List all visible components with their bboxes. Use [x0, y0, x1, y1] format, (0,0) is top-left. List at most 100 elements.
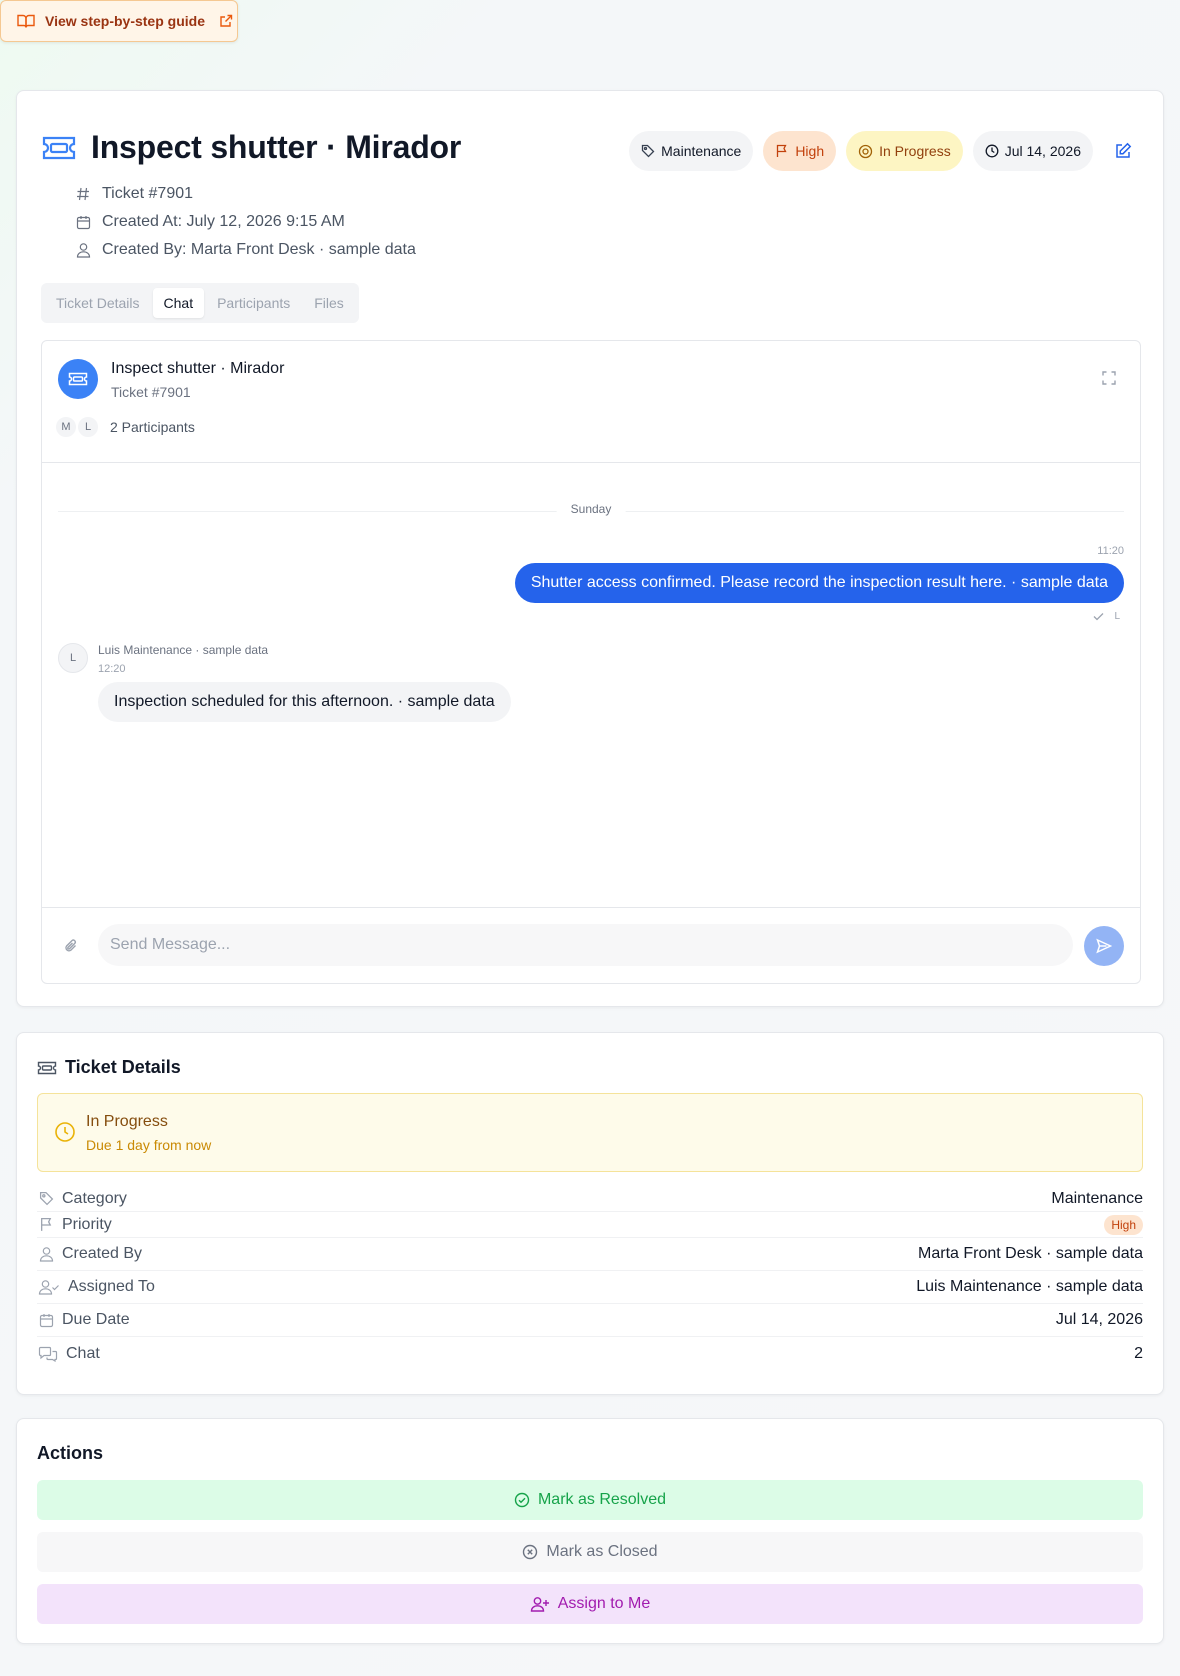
send-button[interactable] [1084, 926, 1124, 966]
created-by-text: Created By: Marta Front Desk · sample da… [102, 241, 416, 258]
detail-label-text: Category [62, 1189, 127, 1207]
status-badge: In Progress [846, 131, 963, 171]
calendar-icon [75, 215, 91, 230]
actions-card: Actions Mark as Resolved Mark as Closed … [16, 1418, 1164, 1644]
messages-icon [37, 1346, 59, 1362]
day-label: Sunday [556, 502, 626, 516]
created-at-text: Created At: July 12, 2026 9:15 AM [102, 213, 345, 230]
tab-files[interactable]: Files [303, 288, 355, 318]
participants-count: 2 Participants [110, 419, 195, 435]
flag-icon [37, 1217, 55, 1232]
guide-label: View step-by-step guide [45, 13, 205, 29]
user-plus-icon [530, 1596, 550, 1612]
ticket-details-card: Ticket Details In Progress Due 1 day fro… [16, 1032, 1164, 1395]
chat-panel: Inspect shutter · Mirador Ticket #7901 M… [41, 340, 1141, 984]
chat-title: Inspect shutter · Mirador [111, 360, 285, 377]
outgoing-message: Shutter access confirmed. Please record … [514, 563, 1124, 603]
check-circle-icon [514, 1492, 530, 1508]
send-icon [1096, 938, 1112, 954]
read-by-initial: L [1114, 611, 1120, 622]
details-title: Ticket Details [65, 1057, 181, 1077]
detail-label-text: Due Date [62, 1311, 130, 1328]
category-badge: Maintenance [629, 131, 754, 171]
detail-value-priority: High [1104, 1214, 1143, 1235]
detail-row-due-date: Due Date Jul 14, 2026 [37, 1304, 1143, 1337]
message-time: 11:20 [1097, 545, 1124, 557]
title-row: Inspect shutter · Mirador [41, 129, 461, 166]
external-link-icon [219, 14, 233, 28]
message-input[interactable] [98, 924, 1073, 966]
ticket-icon [37, 1061, 57, 1075]
calendar-icon [37, 1313, 55, 1328]
sender-name: Luis Maintenance · sample data [98, 643, 269, 657]
book-open-icon [17, 13, 35, 29]
clock-icon [985, 144, 999, 158]
assign-to-me-button[interactable]: Assign to Me [37, 1584, 1143, 1624]
detail-value-due-date: Jul 14, 2026 [1055, 1311, 1143, 1328]
ticket-number-text: Ticket #7901 [102, 185, 194, 202]
participants-summary[interactable]: M L 2 Participants [54, 415, 195, 439]
edit-icon [1114, 142, 1132, 160]
ticket-icon [68, 372, 88, 386]
category-badge-label: Maintenance [661, 143, 742, 159]
detail-row-chat: Chat 2 [37, 1337, 1143, 1370]
created-by: Created By: Marta Front Desk · sample da… [75, 236, 416, 264]
tab-ticket-details[interactable]: Ticket Details [45, 288, 151, 318]
flag-icon [775, 144, 789, 158]
sender-avatar: L [58, 643, 88, 673]
circle-dot-icon [858, 144, 873, 159]
tab-participants[interactable]: Participants [206, 288, 301, 318]
status-banner: In Progress Due 1 day from now [37, 1093, 1143, 1172]
detail-label-priority: Priority [37, 1216, 112, 1234]
participant-avatar: M [54, 415, 78, 439]
status-due-text: Due 1 day from now [86, 1137, 212, 1153]
detail-label-created-by: Created By [37, 1245, 142, 1263]
chat-header: Inspect shutter · Mirador Ticket #7901 M… [42, 341, 1140, 463]
guide-button[interactable]: View step-by-step guide [0, 0, 238, 42]
ticket-card: Inspect shutter · Mirador Maintenance Hi… [16, 90, 1164, 1007]
detail-row-priority: Priority High [37, 1212, 1143, 1238]
mark-resolved-button[interactable]: Mark as Resolved [37, 1480, 1143, 1520]
created-at: Created At: July 12, 2026 9:15 AM [75, 208, 416, 236]
detail-value-assigned-to: Luis Maintenance · sample data [916, 1278, 1143, 1295]
detail-label-text: Assigned To [68, 1278, 155, 1295]
details-heading: Ticket Details [37, 1057, 181, 1078]
tab-chat[interactable]: Chat [152, 288, 205, 318]
detail-label-text: Created By [62, 1245, 143, 1262]
priority-badge: High [763, 131, 837, 171]
user-icon [37, 1246, 55, 1262]
due-date-badge-label: Jul 14, 2026 [1004, 143, 1081, 159]
ticket-meta: Ticket #7901 Created At: July 12, 2026 9… [75, 180, 416, 264]
page-title: Inspect shutter · Mirador [91, 129, 462, 165]
participant-avatar: L [76, 415, 100, 439]
tag-icon [37, 1191, 55, 1206]
detail-label-text: Priority [62, 1215, 112, 1233]
user-icon [75, 242, 91, 258]
detail-row-assigned-to: Assigned To Luis Maintenance · sample da… [37, 1271, 1143, 1304]
chat-avatar [58, 359, 98, 399]
chat-subtitle: Ticket #7901 [111, 384, 191, 400]
detail-label-chat: Chat [37, 1345, 100, 1363]
detail-value-chat: 2 [1134, 1344, 1143, 1362]
detail-row-category: Category Maintenance [37, 1186, 1143, 1212]
incoming-message: Inspection scheduled for this afternoon.… [98, 682, 511, 722]
status-badge-label: In Progress [879, 143, 951, 159]
detail-value-category: Maintenance [1051, 1189, 1143, 1207]
ticket-tabs: Ticket Details Chat Participants Files [41, 283, 359, 323]
detail-value-created-by: Marta Front Desk · sample data [918, 1245, 1143, 1262]
clock-icon [54, 1121, 76, 1143]
detail-label-due-date: Due Date [37, 1311, 130, 1329]
ticket-number: Ticket #7901 [75, 180, 416, 208]
mark-closed-button[interactable]: Mark as Closed [37, 1532, 1143, 1572]
x-circle-icon [522, 1544, 538, 1560]
tag-icon [641, 144, 655, 158]
paperclip-icon[interactable] [64, 938, 78, 954]
read-receipt: L [1093, 611, 1120, 622]
edit-button[interactable] [1109, 137, 1137, 165]
expand-icon[interactable] [1102, 371, 1116, 385]
detail-row-created-by: Created By Marta Front Desk · sample dat… [37, 1238, 1143, 1271]
priority-badge-label: High [795, 143, 825, 159]
message-composer [42, 907, 1140, 983]
hash-icon [75, 187, 91, 201]
detail-label-assigned-to: Assigned To [37, 1278, 155, 1296]
